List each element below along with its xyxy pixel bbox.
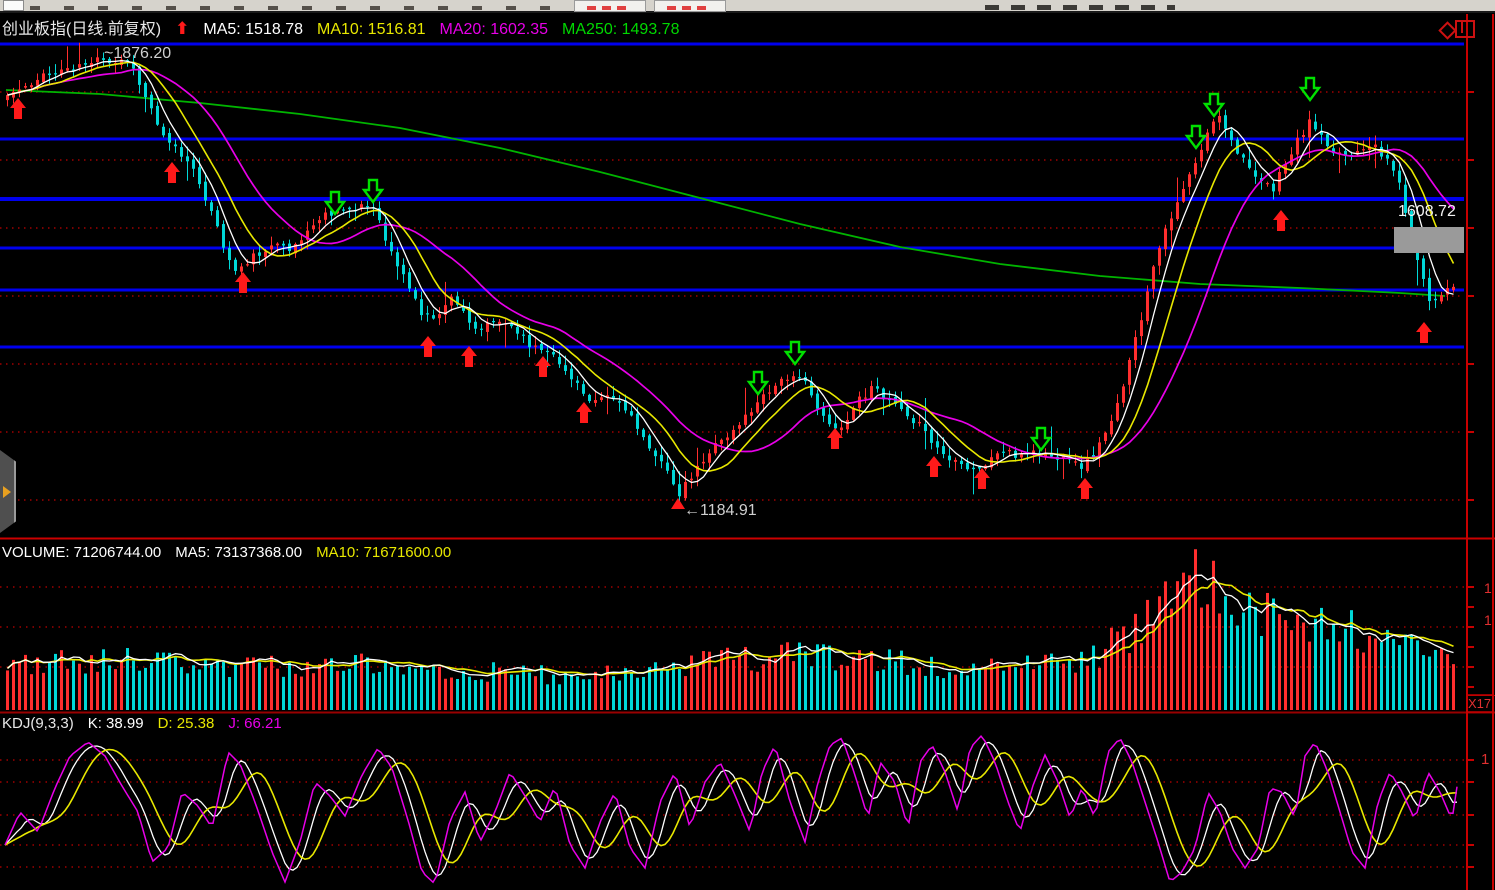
buy-arrow-icon (10, 98, 26, 119)
symbol-title[interactable]: 创业板指(日线.前复权) (2, 21, 161, 38)
ma5-line (8, 61, 1454, 483)
kdj-d-line (5, 750, 1457, 867)
candlesticks (6, 43, 1455, 503)
sell-arrow-icon (326, 192, 344, 214)
main-pane-header: 创业板指(日线.前复权) ⬆ MA5: 1518.78 MA10: 1516.81 MA… (2, 15, 693, 39)
volume-bars (6, 549, 1455, 710)
volume-multiplier-label: X17 (1468, 695, 1495, 712)
kdj-k-line (5, 742, 1457, 875)
buy-arrow-icon (827, 428, 843, 449)
ma5-value: MA5: 1518.78 (203, 21, 303, 38)
sidebar-expand-handle[interactable] (0, 450, 16, 533)
ma10-line (8, 62, 1454, 471)
volume-value: VOLUME: 71206744.00 (2, 544, 161, 561)
kdj-j-line (5, 736, 1457, 882)
sell-arrow-icon (1301, 78, 1319, 100)
buy-arrow-icon (1273, 210, 1289, 231)
expand-arrow-icon (3, 486, 11, 498)
last-price-label: 1608.72 (1398, 203, 1456, 221)
sell-arrow-icon (1205, 94, 1223, 116)
buy-arrow-icon (535, 356, 551, 377)
volume-ma10-value: MA10: 71671600.00 (316, 544, 451, 561)
sell-arrow-icon (1187, 126, 1205, 148)
buy-arrow-icon (974, 468, 990, 489)
high-price-annotation: ~1876.20 (104, 45, 171, 63)
ma20-line (8, 70, 1454, 459)
sell-arrow-icon (749, 372, 767, 394)
sell-arrow-icon (786, 342, 804, 364)
trading-app-window: 创业板指(日线.前复权) ⬆ MA5: 1518.78 MA10: 1516.81 MA… (0, 0, 1495, 890)
ma10-value: MA10: 1516.81 (317, 21, 426, 38)
volume-axis-label: 1 (1484, 612, 1492, 628)
ma250-value: MA250: 1493.78 (562, 21, 679, 38)
up-arrow-icon: ⬆ (175, 19, 189, 38)
volume-axis-label: 1 (1484, 580, 1492, 596)
volume-ma5-value: MA5: 73137368.00 (175, 544, 302, 561)
kdj-d-value: D: 25.38 (158, 715, 215, 732)
price-highlight-box (1394, 227, 1464, 253)
kdj-j-value: J: 66.21 (228, 715, 281, 732)
sell-arrow-icon (1032, 428, 1050, 450)
buy-arrow-icon (164, 162, 180, 183)
buy-arrow-icon (1077, 478, 1093, 499)
kdj-k-value: K: 38.99 (88, 715, 144, 732)
buy-arrow-icon (1416, 322, 1432, 343)
trend-lines[interactable] (0, 44, 1464, 347)
restore-window-icon[interactable] (1455, 20, 1475, 38)
kdj-axis-label: 1 (1481, 751, 1489, 768)
chart-canvas[interactable] (0, 0, 1495, 890)
buy-arrow-icon (576, 402, 592, 423)
kdj-name[interactable]: KDJ(9,3,3) (2, 715, 74, 732)
low-price-annotation: ←1184.91 (684, 502, 757, 520)
gridlines (0, 92, 1464, 867)
ma20-value: MA20: 1602.35 (440, 21, 549, 38)
ma250-line (6, 90, 1445, 296)
kdj-pane-header: KDJ(9,3,3) K: 38.99 D: 25.38 J: 66.21 (2, 715, 296, 732)
volume-pane-header: VOLUME: 71206744.00 MA5: 73137368.00 MA10:… (2, 544, 465, 561)
buy-arrow-icon (926, 456, 942, 477)
